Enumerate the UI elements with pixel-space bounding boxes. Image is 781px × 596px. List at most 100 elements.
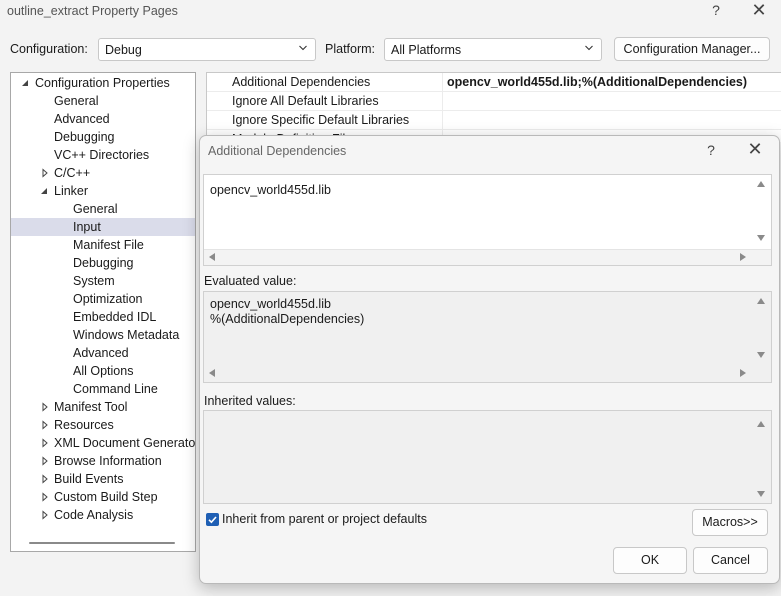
scroll-right-icon[interactable]: [740, 369, 746, 377]
property-value[interactable]: [442, 111, 781, 130]
tree-item-label: XML Document Generator: [54, 436, 196, 450]
dependencies-edit-box[interactable]: opencv_world455d.lib: [203, 174, 772, 266]
property-name: Ignore Specific Default Libraries: [232, 113, 410, 127]
tree-horizontal-scrollbar[interactable]: [29, 542, 175, 544]
ok-button[interactable]: OK: [613, 547, 687, 574]
property-value[interactable]: opencv_world455d.lib;%(AdditionalDepende…: [442, 73, 781, 92]
property-name: Ignore All Default Libraries: [232, 94, 379, 108]
tree-item-label: Advanced: [54, 112, 110, 126]
tree-item-label: Manifest Tool: [54, 400, 128, 414]
collapse-arrow-icon[interactable]: [40, 416, 50, 434]
cancel-button[interactable]: Cancel: [693, 547, 768, 574]
help-icon[interactable]: ?: [703, 142, 719, 158]
evaluated-horizontal-scrollbar[interactable]: [204, 366, 771, 382]
scroll-left-icon[interactable]: [209, 253, 215, 261]
property-tree[interactable]: Code Analysis Custom Build Step Build Even…: [10, 72, 196, 552]
scroll-up-icon[interactable]: [757, 181, 765, 187]
tree-item[interactable]: Input: [11, 218, 195, 236]
tree-item[interactable]: C/C++: [11, 164, 195, 182]
checkmark-icon: [208, 516, 217, 524]
configuration-bar: Configuration: Debug Platform: All Platf…: [0, 37, 781, 61]
tree-item[interactable]: Configuration Properties: [11, 74, 195, 92]
edit-horizontal-scrollbar[interactable]: [204, 249, 771, 265]
tree-item[interactable]: Optimization: [11, 290, 195, 308]
tree-item[interactable]: Browse Information: [11, 452, 195, 470]
evaluated-value-box: opencv_world455d.lib %(AdditionalDepende…: [203, 291, 772, 383]
property-grid[interactable]: Additional Dependencies opencv_world455d.…: [206, 72, 781, 142]
property-row[interactable]: Ignore All Default Libraries: [207, 92, 781, 111]
tree-item[interactable]: XML Document Generator: [11, 434, 195, 452]
platform-label: Platform:: [325, 42, 376, 56]
property-row[interactable]: Additional Dependencies opencv_world455d.…: [207, 73, 781, 92]
tree-item[interactable]: Windows Metadata: [11, 326, 195, 344]
tree-item-label: Configuration Properties: [35, 76, 170, 90]
tree-item-label: Custom Build Step: [54, 490, 158, 504]
tree-item-label: Input: [73, 220, 101, 234]
close-icon[interactable]: ✕: [745, 139, 765, 160]
tree-item[interactable]: General: [11, 200, 195, 218]
collapse-arrow-icon[interactable]: [40, 506, 50, 524]
tree-item[interactable]: Linker: [11, 182, 195, 200]
platform-dropdown[interactable]: All Platforms: [384, 38, 602, 61]
tree-item-label: C/C++: [54, 166, 91, 180]
scroll-up-icon[interactable]: [757, 298, 765, 304]
tree-item[interactable]: Command Line: [11, 380, 195, 398]
property-row[interactable]: Ignore Specific Default Libraries: [207, 111, 781, 130]
close-icon[interactable]: ✕: [749, 0, 769, 21]
scroll-right-icon[interactable]: [740, 253, 746, 261]
tree-item-label: System: [73, 274, 115, 288]
tree-item[interactable]: Code Analysis: [11, 506, 195, 524]
scroll-down-icon[interactable]: [757, 352, 765, 358]
inherit-checkbox[interactable]: [206, 513, 219, 526]
inherit-checkbox-label[interactable]: Inherit from parent or project defaults: [222, 512, 427, 526]
configuration-manager-button[interactable]: Configuration Manager...: [614, 37, 770, 61]
scroll-left-icon[interactable]: [209, 369, 215, 377]
dependencies-edit-text[interactable]: opencv_world455d.lib: [210, 183, 331, 198]
help-icon[interactable]: ?: [708, 2, 724, 18]
expand-arrow-icon[interactable]: [40, 182, 50, 200]
tree-item-label: Optimization: [73, 292, 143, 306]
evaluated-line: %(AdditionalDependencies): [210, 312, 365, 326]
tree-item[interactable]: Resources: [11, 416, 195, 434]
property-value[interactable]: [442, 92, 781, 111]
collapse-arrow-icon[interactable]: [40, 488, 50, 506]
collapse-arrow-icon[interactable]: [40, 470, 50, 488]
evaluated-value-label: Evaluated value:: [204, 274, 297, 288]
scroll-down-icon[interactable]: [757, 235, 765, 241]
configuration-dropdown[interactable]: Debug: [98, 38, 316, 61]
collapse-arrow-icon[interactable]: [40, 434, 50, 452]
collapse-arrow-icon[interactable]: [40, 164, 50, 182]
collapse-arrow-icon[interactable]: [40, 452, 50, 470]
chevron-down-icon: [299, 45, 307, 51]
tree-item[interactable]: Manifest File: [11, 236, 195, 254]
tree-item[interactable]: Advanced: [11, 344, 195, 362]
scroll-down-icon[interactable]: [757, 491, 765, 497]
tree-item[interactable]: VC++ Directories: [11, 146, 195, 164]
tree-item[interactable]: All Options: [11, 362, 195, 380]
tree-item-label: Command Line: [73, 382, 158, 396]
tree-item[interactable]: General: [11, 92, 195, 110]
inherited-values-label: Inherited values:: [204, 394, 296, 408]
collapse-arrow-icon[interactable]: [40, 398, 50, 416]
chevron-down-icon: [585, 45, 593, 51]
tree-item[interactable]: Embedded IDL: [11, 308, 195, 326]
additional-dependencies-dialog: Additional Dependencies ? ✕ opencv_world…: [199, 135, 780, 584]
tree-item[interactable]: Build Events: [11, 470, 195, 488]
inherited-vertical-scrollbar[interactable]: [751, 411, 771, 503]
tree-item-label: Advanced: [73, 346, 129, 360]
tree-item[interactable]: Manifest Tool: [11, 398, 195, 416]
tree-item-label: Debugging: [54, 130, 115, 144]
tree-item-label: Embedded IDL: [73, 310, 157, 324]
tree-item[interactable]: Debugging: [11, 254, 195, 272]
tree-item[interactable]: System: [11, 272, 195, 290]
tree-item[interactable]: Debugging: [11, 128, 195, 146]
scroll-up-icon[interactable]: [757, 421, 765, 427]
evaluated-line: opencv_world455d.lib: [210, 297, 331, 311]
tree-item[interactable]: Custom Build Step: [11, 488, 195, 506]
tree-item[interactable]: Advanced: [11, 110, 195, 128]
tree-item-label: Build Events: [54, 472, 124, 486]
tree-item-label: General: [54, 94, 99, 108]
tree-item-label: Linker: [54, 184, 89, 198]
expand-arrow-icon[interactable]: [21, 74, 31, 92]
macros-button[interactable]: Macros>>: [692, 509, 768, 536]
